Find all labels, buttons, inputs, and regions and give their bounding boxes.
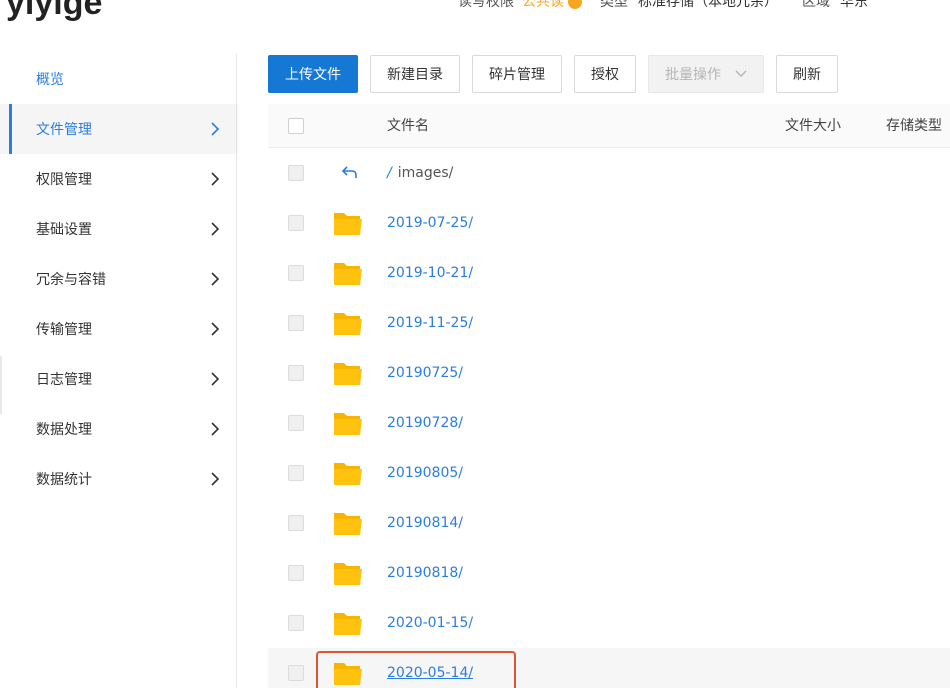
table-header: 文件名 文件大小 存储类型	[268, 104, 950, 148]
row-checkbox[interactable]	[288, 165, 304, 181]
sidebar-item-transfer[interactable]: 传输管理	[0, 304, 238, 354]
chevron-right-icon	[208, 372, 222, 386]
row-checkbox[interactable]	[288, 265, 304, 281]
type-value: 标准存储（本地冗余）	[638, 0, 778, 10]
folder-icon	[332, 510, 364, 536]
authorize-button[interactable]: 授权	[574, 55, 636, 93]
sidebar-item-label: 冗余与容错	[36, 272, 106, 288]
new-directory-button[interactable]: 新建目录	[370, 55, 460, 93]
chevron-right-icon	[208, 222, 222, 236]
folder-icon	[332, 460, 364, 486]
bucket-name: yiyige	[6, 0, 103, 22]
column-header-name[interactable]: 文件名	[387, 104, 429, 148]
sidebar-item-label: 文件管理	[36, 122, 92, 138]
chevron-right-icon	[208, 172, 222, 186]
table-row[interactable]: 2020-01-15/	[268, 598, 950, 648]
sidebar-item-label: 数据统计	[36, 472, 92, 488]
chevron-right-icon	[208, 122, 222, 136]
folder-name-link[interactable]: 20190725/	[387, 348, 463, 398]
row-checkbox[interactable]	[288, 565, 304, 581]
region-label: 区域	[802, 0, 830, 10]
row-checkbox[interactable]	[288, 515, 304, 531]
file-toolbar: 上传文件 新建目录 碎片管理 授权 批量操作 刷新	[268, 55, 838, 93]
refresh-button[interactable]: 刷新	[776, 55, 838, 93]
sidebar-divider	[236, 54, 237, 688]
folder-icon	[332, 210, 364, 236]
sidebar-item-label: 基础设置	[36, 222, 92, 238]
row-checkbox[interactable]	[288, 365, 304, 381]
chevron-down-icon	[735, 68, 747, 80]
sidebar-item-label: 日志管理	[36, 372, 92, 388]
sidebar: 概览 文件管理 权限管理 基础设置 冗余与容错 传输管理 日志管理 数据处理 数…	[0, 54, 238, 688]
sidebar-item-logs[interactable]: 日志管理	[0, 354, 238, 404]
table-row[interactable]: 20190728/	[268, 398, 950, 448]
folder-name-link[interactable]: 20190805/	[387, 448, 463, 498]
folder-name-link[interactable]: 20190728/	[387, 398, 463, 448]
sidebar-item-label: 传输管理	[36, 322, 92, 338]
access-value[interactable]: 公共读	[522, 0, 564, 10]
access-label: 读写权限	[458, 0, 514, 10]
table-row[interactable]: 2019-07-25/	[268, 198, 950, 248]
region-value: 华东	[840, 0, 868, 10]
sidebar-item-label: 数据处理	[36, 422, 92, 438]
chevron-right-icon	[208, 272, 222, 286]
upload-file-button[interactable]: 上传文件	[268, 55, 358, 93]
batch-operations-dropdown[interactable]: 批量操作	[648, 55, 764, 93]
chevron-right-icon	[208, 422, 222, 436]
row-checkbox[interactable]	[288, 315, 304, 331]
folder-name-link[interactable]: 2020-05-14/	[387, 648, 473, 688]
folder-name-link[interactable]: 2020-01-15/	[387, 598, 473, 648]
row-checkbox[interactable]	[288, 415, 304, 431]
back-arrow-icon[interactable]	[340, 163, 360, 183]
select-all-checkbox[interactable]	[288, 118, 304, 134]
sidebar-item-label: 概览	[36, 72, 64, 88]
sidebar-item-file-management[interactable]: 文件管理	[0, 104, 238, 154]
sidebar-item-redundancy[interactable]: 冗余与容错	[0, 254, 238, 304]
table-row[interactable]: 20190805/	[268, 448, 950, 498]
folder-icon	[332, 410, 364, 436]
type-label: 类型	[600, 0, 628, 10]
row-checkbox[interactable]	[288, 465, 304, 481]
folder-icon	[332, 360, 364, 386]
info-icon[interactable]	[568, 0, 582, 9]
parent-directory-row[interactable]: / images/	[268, 148, 950, 198]
sidebar-item-label: 权限管理	[36, 172, 92, 188]
top-header: yiyige 读写权限 公共读 类型 标准存储（本地冗余） 区域 华东	[0, 0, 950, 30]
sidebar-item-permissions[interactable]: 权限管理	[0, 154, 238, 204]
sidebar-item-basic-settings[interactable]: 基础设置	[0, 204, 238, 254]
folder-icon	[332, 560, 364, 586]
current-path[interactable]: / images/	[387, 148, 453, 198]
sidebar-item-statistics[interactable]: 数据统计	[0, 454, 238, 504]
chevron-right-icon	[208, 472, 222, 486]
row-checkbox[interactable]	[288, 615, 304, 631]
folder-name-link[interactable]: 2019-07-25/	[387, 198, 473, 248]
row-checkbox[interactable]	[288, 215, 304, 231]
folder-icon	[332, 610, 364, 636]
folder-icon	[332, 310, 364, 336]
table-row[interactable]: 2019-10-21/	[268, 248, 950, 298]
chevron-right-icon	[208, 322, 222, 336]
folder-icon	[332, 260, 364, 286]
bucket-meta: 读写权限 公共读 类型 标准存储（本地冗余） 区域 华东	[458, 0, 868, 11]
sidebar-item-data-processing[interactable]: 数据处理	[0, 404, 238, 454]
batch-operations-label: 批量操作	[665, 67, 721, 83]
folder-name-link[interactable]: 2019-11-25/	[387, 298, 473, 348]
folder-name-link[interactable]: 20190818/	[387, 548, 463, 598]
table-row[interactable]: 20190725/	[268, 348, 950, 398]
table-row-highlighted[interactable]: 2020-05-14/	[268, 648, 950, 688]
folder-name-link[interactable]: 2019-10-21/	[387, 248, 473, 298]
table-row[interactable]: 2019-11-25/	[268, 298, 950, 348]
path-segment: images/	[397, 165, 454, 181]
fragment-management-button[interactable]: 碎片管理	[472, 55, 562, 93]
column-header-size[interactable]: 文件大小	[785, 104, 841, 148]
table-row[interactable]: 20190818/	[268, 548, 950, 598]
folder-name-link[interactable]: 20190814/	[387, 498, 463, 548]
column-header-storage-type[interactable]: 存储类型	[886, 104, 942, 148]
path-root-link[interactable]: /	[387, 165, 392, 181]
folder-icon	[332, 660, 364, 686]
row-checkbox[interactable]	[288, 665, 304, 681]
table-row[interactable]: 20190814/	[268, 498, 950, 548]
file-table: 文件名 文件大小 存储类型 / images/ 2019-07-25/ 2019-…	[268, 104, 950, 688]
sidebar-item-overview[interactable]: 概览	[0, 54, 238, 104]
